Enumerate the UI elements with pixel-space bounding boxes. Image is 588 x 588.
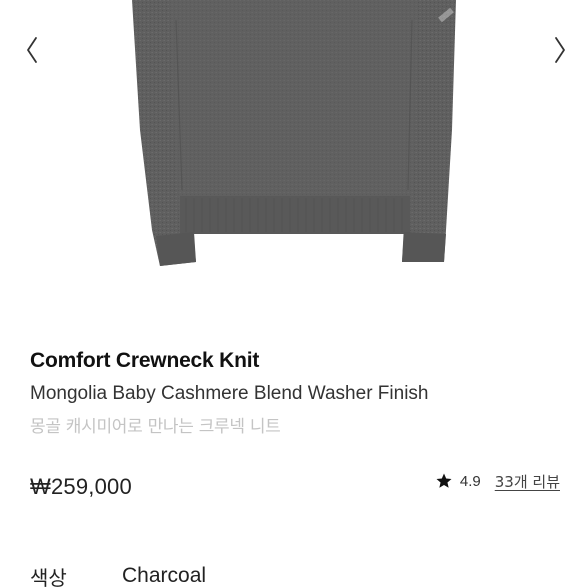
product-price: ₩259,000 (30, 474, 132, 499)
price-row: ₩259,000 4.9 33개 리뷰 (30, 470, 562, 506)
review-count-link[interactable]: 33개 리뷰 (495, 471, 560, 492)
product-subtitle-korean: 몽골 캐시미어로 만나는 크루넥 니트 (30, 417, 281, 437)
chevron-right-icon (555, 37, 565, 63)
product-gallery (0, 0, 588, 300)
color-option-row[interactable]: 색상 Charcoal (30, 560, 562, 588)
color-option-label: 색상 (30, 566, 67, 588)
gallery-next-button[interactable] (542, 28, 578, 72)
rating-summary: 4.9 33개 리뷰 (435, 470, 560, 492)
product-title: Comfort Crewneck Knit (30, 349, 260, 372)
star-icon (435, 472, 453, 490)
rating-score: 4.9 (459, 472, 481, 490)
chevron-left-icon (27, 37, 37, 63)
product-subtitle: Mongolia Baby Cashmere Blend Washer Fini… (30, 383, 429, 404)
product-image (132, 0, 456, 266)
color-option-value: Charcoal (122, 564, 207, 587)
product-info: Comfort Crewneck Knit Mongolia Baby Cash… (30, 346, 562, 440)
gallery-prev-button[interactable] (14, 28, 50, 72)
